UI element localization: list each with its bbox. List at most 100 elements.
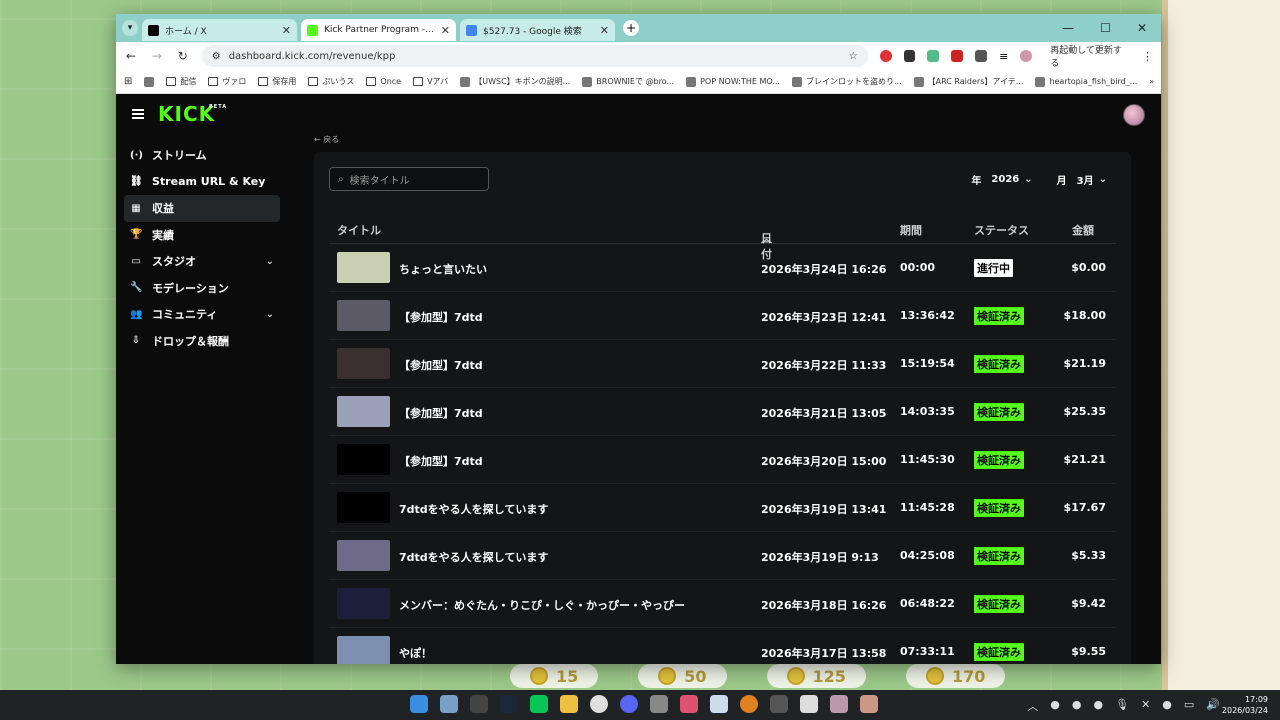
bookmark-item[interactable]: POP NOW:THE MO... [686, 76, 780, 87]
extension-icon[interactable] [903, 50, 916, 62]
app-icon[interactable] [710, 695, 728, 713]
bookmarks-overflow-icon[interactable]: » [1149, 77, 1154, 86]
table-row[interactable]: 7dtdをやる人を探しています 2026年3月19日 13:41 11:45:28 検… [329, 484, 1116, 532]
url-text[interactable]: dashboard.kick.com/revenue/kpp [229, 51, 841, 62]
stream-title[interactable]: 【参加型】7dtd [399, 453, 483, 469]
app-icon[interactable] [680, 695, 698, 713]
sidebar-item[interactable]: (·) ストリーム [124, 142, 280, 169]
year-select[interactable]: 2026 ⌄ [991, 174, 1032, 185]
site-info-icon[interactable]: ⚙ [212, 51, 221, 62]
chevron-down-icon[interactable]: ⌄ [266, 256, 274, 267]
app-icon[interactable] [650, 695, 668, 713]
kick-logo[interactable]: KICK BETA [158, 102, 226, 126]
app-icon[interactable] [440, 695, 458, 713]
close-tab-icon[interactable]: ✕ [282, 24, 291, 37]
stream-thumbnail[interactable] [337, 492, 390, 523]
forward-button[interactable]: → [150, 49, 164, 63]
mic-icon[interactable]: 🎙 [1115, 698, 1129, 714]
stream-title[interactable]: やぽ！ [399, 645, 432, 661]
menu-icon[interactable]: ⋮ [1142, 50, 1153, 63]
stream-thumbnail[interactable] [337, 444, 390, 475]
table-row[interactable]: ちょっと言いたい 2026年3月24日 16:26 00:00 進行中 $0.00 [329, 244, 1116, 292]
stream-thumbnail[interactable] [337, 348, 390, 379]
stream-thumbnail[interactable] [337, 396, 390, 427]
table-row[interactable]: 【参加型】7dtd 2026年3月20日 15:00 11:45:30 検証済み $21… [329, 436, 1116, 484]
sidebar-item[interactable]: 👥 コミュニティ ⌄ [124, 301, 280, 328]
bookmark-item[interactable]: 【UWSC】キボンの説明... [460, 76, 570, 87]
start-icon[interactable] [410, 695, 428, 713]
discord-icon[interactable] [620, 695, 638, 713]
table-row[interactable]: 【参加型】7dtd 2026年3月22日 11:33 15:19:54 検証済み $21… [329, 340, 1116, 388]
breadcrumb[interactable]: ← 戻る [314, 134, 339, 145]
tray-icon[interactable]: ● [1072, 698, 1082, 714]
puzzle-icon[interactable] [975, 50, 988, 62]
app-icon[interactable] [830, 695, 848, 713]
bookmark-item[interactable]: 保存用 [258, 76, 296, 87]
sidebar-item[interactable]: ▭ スタジオ ⌄ [124, 248, 280, 275]
sidebar-item[interactable]: 🏆 実績 [124, 222, 280, 249]
folder-icon[interactable] [560, 695, 578, 713]
table-row[interactable]: やぽ！ 2026年3月17日 13:58 07:33:11 検証済み $9.55 [329, 628, 1116, 664]
app-icon[interactable] [470, 695, 488, 713]
close-tab-icon[interactable]: ✕ [600, 24, 609, 37]
reload-button[interactable]: ↻ [176, 49, 190, 63]
minimize-button[interactable]: — [1062, 21, 1074, 35]
bookmark-item[interactable]: ぷいうス [308, 76, 354, 87]
media-icon[interactable]: ≡ [999, 50, 1008, 63]
stream-thumbnail[interactable] [337, 588, 390, 619]
bookmark-item[interactable]: Once [366, 77, 401, 86]
stream-title[interactable]: 【参加型】7dtd [399, 357, 483, 373]
bookmark-item[interactable]: ヴァロ [208, 76, 246, 87]
close-tab-icon[interactable]: ✕ [441, 24, 450, 37]
stream-title[interactable]: 【参加型】7dtd [399, 309, 483, 325]
sidebar-item[interactable]: 🔧 モデレーション [124, 275, 280, 302]
maximize-button[interactable]: ☐ [1100, 21, 1111, 35]
tray-icon[interactable]: ● [1050, 698, 1060, 714]
bookmark-item[interactable]: 配信 [166, 76, 196, 87]
stream-title[interactable]: メンバー：めぐたん・りこぴ・しぐ・かっぴー・やっぴー [399, 597, 685, 613]
line-icon[interactable] [530, 695, 548, 713]
sidebar-item[interactable]: ⇩ ドロップ＆報酬 [124, 328, 280, 355]
stream-thumbnail[interactable] [337, 540, 390, 571]
stream-thumbnail[interactable] [337, 300, 390, 331]
stream-title[interactable]: ちょっと言いたい [399, 261, 487, 277]
close-icon[interactable]: ✕ [1141, 698, 1150, 714]
tab-search-button[interactable]: ▾ [122, 20, 138, 36]
extension-icon[interactable] [951, 50, 964, 62]
bookmark-item[interactable] [144, 76, 155, 87]
col-amount[interactable]: 金額 [1072, 222, 1094, 238]
tray-icon[interactable]: ● [1093, 698, 1103, 714]
app-icon[interactable] [800, 695, 818, 713]
hamburger-menu-icon[interactable] [132, 109, 144, 119]
extension-icon[interactable] [927, 50, 940, 62]
relaunch-button[interactable]: 再起動して更新する [1050, 43, 1130, 69]
bookmark-item[interactable]: Vアバ [413, 76, 448, 87]
col-duration[interactable]: 期間 [900, 222, 922, 238]
new-tab-button[interactable]: + [623, 20, 639, 36]
app-icon[interactable] [770, 695, 788, 713]
tray-icon[interactable]: ● [1162, 698, 1172, 714]
volume-icon[interactable]: 🔊 [1206, 698, 1220, 714]
bookmark-item[interactable]: ⊞ [124, 76, 132, 87]
search-input[interactable]: ⌕ 検索タイトル [329, 167, 489, 191]
table-row[interactable]: メンバー：めぐたん・りこぴ・しぐ・かっぴー・やっぴー 2026年3月18日 16:… [329, 580, 1116, 628]
app-icon[interactable] [740, 695, 758, 713]
stream-thumbnail[interactable] [337, 252, 390, 283]
table-row[interactable]: 7dtdをやる人を探しています 2026年3月19日 9:13 04:25:08 検証… [329, 532, 1116, 580]
sidebar-item[interactable]: ▦ 収益 [124, 195, 280, 222]
close-window-button[interactable]: ✕ [1137, 21, 1147, 35]
omnibox[interactable]: ⚙ dashboard.kick.com/revenue/kpp ☆ [201, 45, 868, 67]
browser-tab[interactable]: Kick Partner Program - Kick Da ✕ [301, 19, 456, 41]
clock[interactable]: 17:09 2026/03/24 [1222, 694, 1268, 716]
steam-icon[interactable] [500, 695, 518, 713]
stream-title[interactable]: 7dtdをやる人を探しています [399, 549, 548, 565]
adblock-extension-icon[interactable] [879, 50, 892, 62]
chevron-down-icon[interactable]: ⌄ [266, 309, 274, 320]
stream-title[interactable]: 【参加型】7dtd [399, 405, 483, 421]
network-icon[interactable]: ▭ [1184, 698, 1194, 714]
chrome-icon[interactable] [590, 695, 608, 713]
browser-tab[interactable]: ホーム / X ✕ [142, 19, 297, 41]
stream-thumbnail[interactable] [337, 636, 390, 664]
bookmark-item[interactable]: ブレインロットを盗めり... [792, 76, 902, 87]
bookmark-item[interactable]: heartopia_fish_bird_... [1035, 76, 1137, 87]
